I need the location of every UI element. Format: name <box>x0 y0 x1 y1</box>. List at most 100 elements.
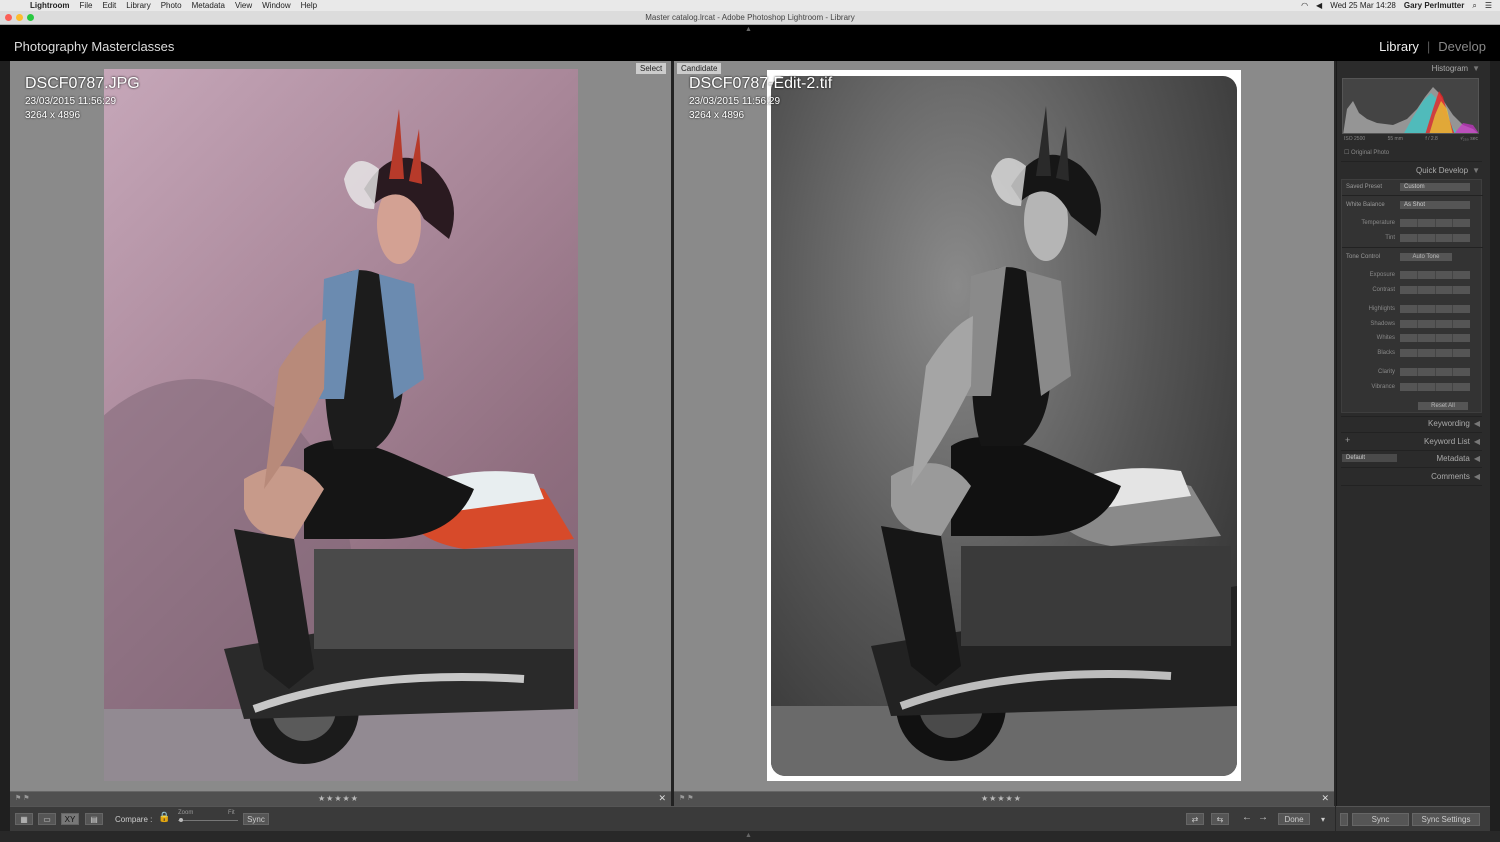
lock-icon[interactable]: 🔒 <box>158 812 170 823</box>
original-photo-checkbox[interactable]: ☐ Original Photo <box>1344 149 1389 156</box>
candidate-view[interactable]: Candidate DSCF0787-Edit-2.tif 23/03/2015… <box>674 61 1334 791</box>
menu-window[interactable]: Window <box>262 1 290 10</box>
metadata-header[interactable]: Metadata ◀ <box>1436 454 1480 463</box>
zoom-label: Zoom <box>178 810 194 816</box>
done-button[interactable]: Done <box>1278 813 1310 825</box>
left-panel-collapsed[interactable] <box>0 61 10 831</box>
contrast-adjust-buttons[interactable] <box>1400 286 1470 294</box>
menu-user[interactable]: Gary Perlmutter <box>1404 1 1464 10</box>
auto-sync-toggle[interactable] <box>1340 813 1348 826</box>
auto-tone-button[interactable]: Auto Tone <box>1400 253 1452 261</box>
collapse-chevron-icon[interactable]: ▼ <box>1472 64 1480 73</box>
menu-photo[interactable]: Photo <box>161 1 182 10</box>
volume-icon[interactable]: ◀ <box>1316 1 1322 10</box>
select-view[interactable]: Select DSCF0787.JPG 23/03/2015 11:56:29 … <box>10 61 671 791</box>
original-photo-label: Original Photo <box>1351 150 1390 156</box>
quick-develop-panel: Saved Preset Custom White Balance As Sho… <box>1341 179 1483 413</box>
compare-view-icon[interactable]: XY <box>61 813 79 825</box>
separator <box>1341 161 1482 162</box>
tint-adjust-buttons[interactable] <box>1400 234 1470 242</box>
shadows-adjust-buttons[interactable] <box>1400 320 1470 328</box>
saved-preset-dropdown[interactable]: Custom <box>1400 183 1470 191</box>
toolbar-menu-chevron-icon[interactable]: ▾ <box>1321 815 1325 824</box>
quick-develop-header[interactable]: Quick Develop ▼ <box>1416 166 1480 175</box>
close-window-button[interactable] <box>5 14 12 21</box>
module-library[interactable]: Library <box>1379 39 1419 54</box>
menu-metadata[interactable]: Metadata <box>192 1 225 10</box>
window-controls <box>5 14 34 21</box>
menu-app[interactable]: Lightroom <box>30 1 70 10</box>
expand-chevron-icon[interactable]: ◀ <box>1474 437 1480 446</box>
temperature-adjust-buttons[interactable] <box>1400 219 1470 227</box>
survey-view-icon[interactable]: ▤ <box>85 813 103 825</box>
select-flag-icons[interactable]: ⚑ ⚑ <box>15 794 30 802</box>
candidate-photo[interactable] <box>771 76 1237 776</box>
clarity-adjust-buttons[interactable] <box>1400 368 1470 376</box>
whites-adjust-buttons[interactable] <box>1400 334 1470 342</box>
sync-toolbar-button[interactable]: Sync <box>243 813 269 825</box>
reset-all-button[interactable]: Reset All <box>1418 402 1468 410</box>
keyword-list-title: Keyword List <box>1424 437 1470 446</box>
select-photo[interactable] <box>104 69 578 781</box>
fit-label: Fit <box>228 810 235 816</box>
histogram-header[interactable]: Histogram ▼ <box>1432 64 1480 73</box>
make-select-icon[interactable]: ⇆ <box>1211 813 1229 825</box>
menu-file[interactable]: File <box>80 1 93 10</box>
select-datetime: 23/03/2015 11:56:29 <box>25 96 117 107</box>
collapse-bottom-panel-icon[interactable]: ▲ <box>745 832 752 839</box>
next-arrow-icon[interactable]: → <box>1258 812 1268 823</box>
minimize-window-button[interactable] <box>16 14 23 21</box>
white-balance-dropdown[interactable]: As Shot <box>1400 201 1470 209</box>
menu-edit[interactable]: Edit <box>102 1 116 10</box>
menu-datetime[interactable]: Wed 25 Mar 14:28 <box>1330 1 1396 10</box>
expand-chevron-icon[interactable]: ◀ <box>1474 472 1480 481</box>
wifi-icon[interactable]: ◠ <box>1301 1 1308 10</box>
spotlight-icon[interactable]: ⌕ <box>1472 1 1476 11</box>
window-title-bar: Master catalog.lrcat - Adobe Photoshop L… <box>0 11 1500 25</box>
keyword-list-header[interactable]: Keyword List ◀ <box>1424 437 1480 446</box>
zoom-slider-thumb[interactable] <box>179 818 183 822</box>
collapse-chevron-icon[interactable]: ▼ <box>1472 166 1480 175</box>
exposure-adjust-buttons[interactable] <box>1400 271 1470 279</box>
zoom-slider[interactable] <box>178 820 238 821</box>
window-title: Master catalog.lrcat - Adobe Photoshop L… <box>645 13 855 22</box>
compare-label: Compare : <box>115 815 153 824</box>
highlights-adjust-buttons[interactable] <box>1400 305 1470 313</box>
menu-view[interactable]: View <box>235 1 252 10</box>
separator <box>1341 432 1482 433</box>
candidate-close-icon[interactable]: ✕ <box>1321 793 1329 804</box>
expand-chevron-icon[interactable]: ◀ <box>1474 419 1480 428</box>
select-filename: DSCF0787.JPG <box>25 75 140 92</box>
histogram[interactable] <box>1342 78 1479 134</box>
zoom-window-button[interactable] <box>27 14 34 21</box>
previous-arrow-icon[interactable]: ← <box>1242 812 1252 823</box>
vibrance-label: Vibrance <box>1371 384 1395 390</box>
keywording-header[interactable]: Keywording ◀ <box>1428 419 1480 428</box>
sync-settings-button[interactable]: Sync Settings <box>1412 813 1480 826</box>
separator <box>1341 450 1482 451</box>
collapse-top-panel-icon[interactable]: ▲ <box>745 26 752 33</box>
separator <box>1341 485 1482 486</box>
swap-icon[interactable]: ⇄ <box>1186 813 1204 825</box>
select-rating[interactable]: ★★★★★ <box>318 794 359 803</box>
right-panel-edge[interactable] <box>1490 61 1500 831</box>
sync-button[interactable]: Sync <box>1352 813 1409 826</box>
vibrance-adjust-buttons[interactable] <box>1400 383 1470 391</box>
blacks-adjust-buttons[interactable] <box>1400 349 1470 357</box>
add-keyword-icon[interactable]: + <box>1345 435 1350 445</box>
candidate-rating[interactable]: ★★★★★ <box>981 794 1022 803</box>
menu-help[interactable]: Help <box>301 1 317 10</box>
comments-title: Comments <box>1431 472 1470 481</box>
menu-library[interactable]: Library <box>126 1 150 10</box>
candidate-flag-icons[interactable]: ⚑ ⚑ <box>679 794 694 802</box>
candidate-tag: Candidate <box>677 63 722 74</box>
candidate-photo-frame <box>767 70 1241 781</box>
module-develop[interactable]: Develop <box>1438 39 1486 54</box>
comments-header[interactable]: Comments ◀ <box>1431 472 1480 481</box>
metadata-preset-dropdown[interactable]: Default <box>1342 454 1397 462</box>
select-close-icon[interactable]: ✕ <box>658 793 666 804</box>
grid-view-icon[interactable]: ▦ <box>15 813 33 825</box>
expand-chevron-icon[interactable]: ◀ <box>1474 454 1480 463</box>
loupe-view-icon[interactable]: ▭ <box>38 813 56 825</box>
notification-center-icon[interactable]: ☰ <box>1485 1 1492 10</box>
